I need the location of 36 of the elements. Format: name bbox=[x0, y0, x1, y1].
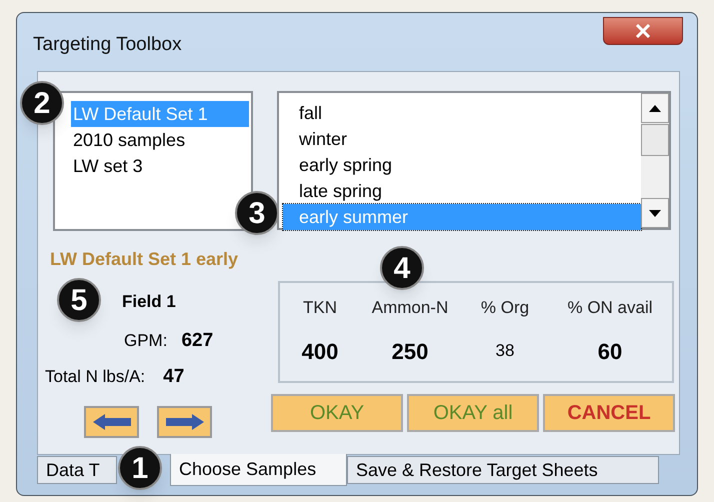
column-header: % Org bbox=[480, 297, 530, 319]
field-name: Field 1 bbox=[122, 291, 177, 313]
list-item[interactable]: early spring bbox=[283, 152, 641, 178]
gpm-label: GPM: bbox=[124, 330, 168, 352]
right-arrow-icon bbox=[166, 414, 204, 430]
selection-label: LW Default Set 1 early bbox=[50, 248, 238, 271]
tab[interactable]: Save & Restore Target Sheets bbox=[347, 456, 659, 484]
close-button[interactable] bbox=[603, 17, 683, 45]
scroll-thumb[interactable] bbox=[641, 124, 669, 156]
list-item[interactable]: fall bbox=[283, 100, 641, 126]
nutrient-value: 400 bbox=[302, 338, 338, 366]
list-item[interactable]: 2010 samples bbox=[71, 127, 249, 153]
scrollbar[interactable] bbox=[641, 93, 669, 228]
nutrient-value: 38 bbox=[496, 340, 514, 362]
scroll-up-button[interactable] bbox=[641, 93, 669, 123]
tab[interactable]: Choose Samples bbox=[170, 454, 347, 486]
window-title: Targeting Toolbox bbox=[33, 33, 182, 57]
total-n-value: 47 bbox=[163, 365, 184, 389]
column-header: % ON avail bbox=[567, 297, 653, 319]
previous-button[interactable] bbox=[84, 406, 139, 438]
column-header: TKN bbox=[303, 297, 337, 319]
down-arrow-icon bbox=[649, 210, 661, 216]
close-icon bbox=[635, 24, 651, 38]
next-button[interactable] bbox=[157, 406, 212, 438]
up-arrow-icon bbox=[649, 104, 661, 112]
scroll-down-button[interactable] bbox=[641, 198, 669, 228]
list-item[interactable]: winter bbox=[283, 126, 641, 152]
nutrient-value: 60 bbox=[598, 338, 622, 366]
tab[interactable]: Data T bbox=[37, 456, 117, 484]
left-arrow-icon bbox=[92, 414, 130, 430]
column-header: Ammon-N bbox=[372, 297, 448, 319]
list-item[interactable]: LW set 3 bbox=[71, 153, 249, 179]
total-n-label: Total N lbs/A: bbox=[45, 366, 146, 388]
gpm-value: 627 bbox=[181, 328, 214, 352]
nutrient-value: 250 bbox=[392, 338, 428, 366]
list-item[interactable]: late spring bbox=[283, 178, 641, 204]
